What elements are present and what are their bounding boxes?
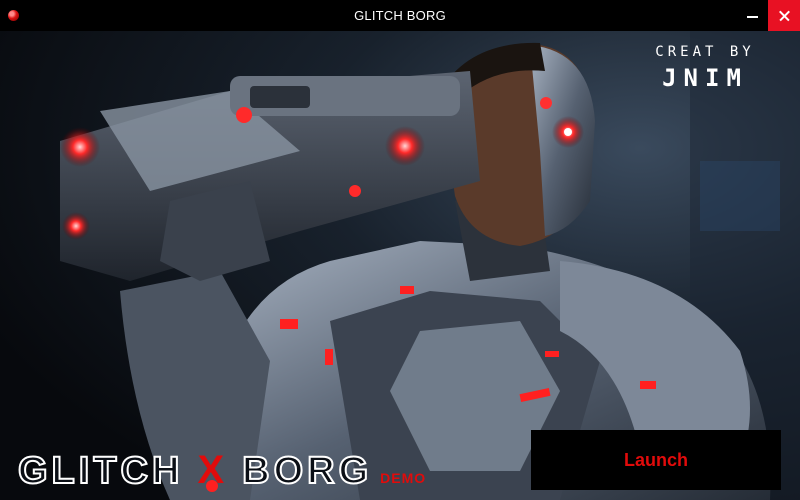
- logo-x: X: [197, 448, 229, 492]
- logo-word-left: GLITCH: [17, 449, 184, 493]
- game-logo: GLITCH X BORG DEMO: [17, 448, 427, 494]
- credit-label: CREAT BY: [655, 44, 755, 60]
- logo-word-right: BORG: [241, 449, 373, 493]
- creator-credit: CREAT BY JNIM: [620, 44, 790, 92]
- creator-name: JNIM: [662, 64, 748, 92]
- minimize-button[interactable]: [736, 0, 768, 31]
- launcher-window: GLITCH BORG CREAT BY JNIM GLITCH X BORG …: [0, 0, 800, 500]
- title-bar[interactable]: GLITCH BORG: [0, 0, 800, 31]
- demo-tag: DEMO: [380, 470, 427, 486]
- close-button[interactable]: [768, 0, 800, 31]
- launch-button[interactable]: Launch: [531, 430, 781, 490]
- window-title: GLITCH BORG: [354, 8, 446, 23]
